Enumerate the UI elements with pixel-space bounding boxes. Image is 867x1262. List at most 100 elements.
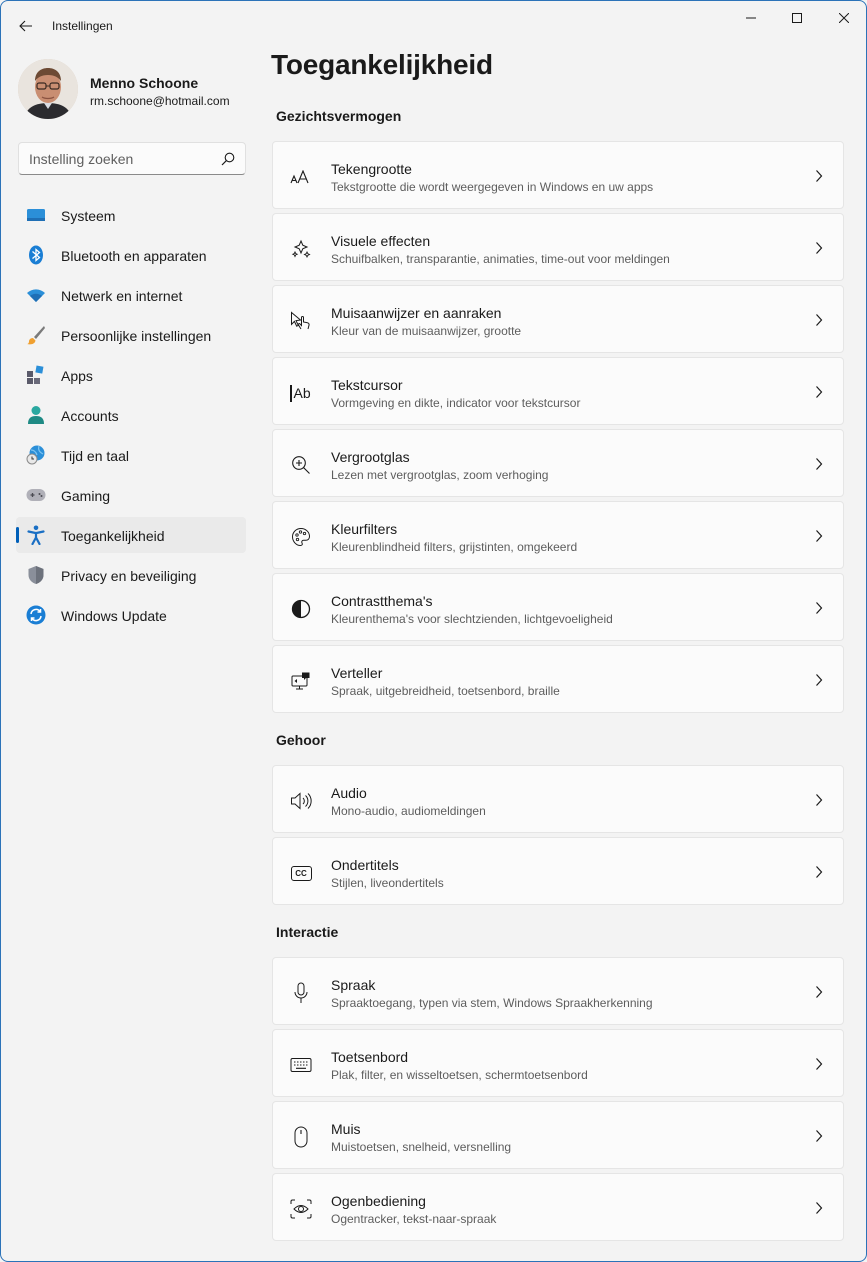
avatar-portrait-icon (18, 59, 78, 119)
chevron-right-icon (816, 866, 823, 878)
card-title: Kleurfilters (331, 521, 398, 537)
card-title: Audio (331, 785, 367, 801)
sidebar-item-bluetooth[interactable]: Bluetooth en apparaten (16, 237, 246, 273)
sidebar-item-privacy[interactable]: Privacy en beveiliging (16, 557, 246, 593)
sidebar-item-toegankelijkheid[interactable]: Toegankelijkheid (16, 517, 246, 553)
wifi-icon (26, 285, 46, 305)
chevron-right-icon (816, 530, 823, 542)
settings-window: Instellingen Menno Schoone rm.schoone@ho… (0, 0, 867, 1262)
update-icon (26, 605, 46, 625)
chevron-right-icon (816, 386, 823, 398)
card-subtitle: Mono-audio, audiomeldingen (331, 804, 486, 818)
card-title: Vergrootglas (331, 449, 410, 465)
card-title: Contrastthema's (331, 593, 433, 609)
setting-card-toetsenbord[interactable]: Toetsenbord Plak, filter, en wisseltoets… (272, 1029, 844, 1097)
maximize-icon (792, 13, 802, 23)
captions-icon: CC (290, 862, 312, 884)
card-title: Ogenbediening (331, 1193, 426, 1209)
bluetooth-icon (26, 245, 46, 265)
user-profile[interactable]: Menno Schoone rm.schoone@hotmail.com (18, 59, 248, 121)
contrast-icon (290, 598, 312, 620)
person-icon (26, 405, 46, 425)
sidebar-item-label: Accounts (61, 408, 119, 424)
setting-card-ogenbediening[interactable]: Ogenbediening Ogentracker, tekst-naar-sp… (272, 1173, 844, 1241)
card-title: Tekengrootte (331, 161, 412, 177)
sidebar-item-netwerk[interactable]: Netwerk en internet (16, 277, 246, 313)
sidebar-item-gaming[interactable]: Gaming (16, 477, 246, 513)
setting-card-contrastthemas[interactable]: Contrastthema's Kleurenthema's voor slec… (272, 573, 844, 641)
sidebar-item-persoonlijk[interactable]: Persoonlijke instellingen (16, 317, 246, 353)
card-subtitle: Kleurenthema's voor slechtzienden, licht… (331, 612, 613, 626)
sidebar-item-systeem[interactable]: Systeem (16, 197, 246, 233)
sidebar-item-tijd-taal[interactable]: Tijd en taal (16, 437, 246, 473)
section-title-gehoor: Gehoor (276, 732, 326, 748)
chevron-right-icon (816, 1130, 823, 1142)
palette-icon (290, 526, 312, 548)
avatar (18, 59, 78, 119)
maximize-button[interactable] (774, 1, 820, 35)
card-subtitle: Vormgeving en dikte, indicator voor teks… (331, 396, 581, 410)
close-icon (839, 13, 849, 23)
setting-card-ondertitels[interactable]: CC Ondertitels Stijlen, liveondertitels (272, 837, 844, 905)
profile-name: Menno Schoone (90, 75, 199, 91)
profile-email: rm.schoone@hotmail.com (90, 94, 230, 108)
paintbrush-icon (26, 325, 46, 345)
text-size-icon (290, 166, 312, 188)
setting-card-verteller[interactable]: Verteller Spraak, uitgebreidheid, toetse… (272, 645, 844, 713)
card-subtitle: Muistoetsen, snelheid, versnelling (331, 1140, 512, 1154)
card-subtitle: Kleurenblindheid filters, grijstinten, o… (331, 540, 578, 554)
chevron-right-icon (816, 458, 823, 470)
monitor-icon (26, 205, 46, 225)
sidebar-item-label: Apps (61, 368, 93, 384)
card-title: Verteller (331, 665, 383, 681)
magnifier-icon (290, 454, 312, 476)
text-cursor-icon: Ab (290, 382, 312, 404)
setting-card-muis[interactable]: Muis Muistoetsen, snelheid, versnelling (272, 1101, 844, 1169)
setting-card-tekengrootte[interactable]: Tekengrootte Tekstgrootte die wordt weer… (272, 141, 844, 209)
search-input[interactable] (19, 143, 214, 174)
setting-card-visuele-effecten[interactable]: Visuele effecten Schuifbalken, transpara… (272, 213, 844, 281)
sidebar-item-label: Gaming (61, 488, 111, 504)
narrator-icon (290, 670, 312, 692)
search-icon[interactable] (220, 151, 236, 167)
card-title: Muis (331, 1121, 361, 1137)
sidebar-item-label: Privacy en beveiliging (61, 568, 197, 584)
sidebar-item-label: Systeem (61, 208, 116, 224)
section-title-gezichtsvermogen: Gezichtsvermogen (276, 108, 402, 124)
setting-card-vergrootglas[interactable]: Vergrootglas Lezen met vergrootglas, zoo… (272, 429, 844, 497)
back-arrow-icon (19, 20, 32, 32)
card-subtitle: Ogentracker, tekst-naar-spraak (331, 1212, 497, 1226)
chevron-right-icon (816, 1202, 823, 1214)
section-title-interactie: Interactie (276, 924, 339, 940)
setting-card-kleurfilters[interactable]: Kleurfilters Kleurenblindheid filters, g… (272, 501, 844, 569)
minimize-button[interactable] (728, 1, 774, 35)
microphone-icon (290, 982, 312, 1004)
pointer-touch-icon (290, 310, 312, 332)
sidebar-item-label: Persoonlijke instellingen (61, 328, 212, 344)
eye-control-icon (290, 1198, 312, 1220)
shield-icon (26, 565, 46, 585)
setting-card-spraak[interactable]: Spraak Spraaktoegang, typen via stem, Wi… (272, 957, 844, 1025)
chevron-right-icon (816, 314, 823, 326)
back-button[interactable] (13, 13, 39, 39)
chevron-right-icon (816, 170, 823, 182)
chevron-right-icon (816, 674, 823, 686)
sidebar-item-apps[interactable]: Apps (16, 357, 246, 393)
mouse-icon (290, 1126, 312, 1148)
sidebar-item-label: Bluetooth en apparaten (61, 248, 207, 264)
card-subtitle: Plak, filter, en wisseltoetsen, schermto… (331, 1068, 588, 1082)
card-subtitle: Spraaktoegang, typen via stem, Windows S… (331, 996, 653, 1010)
search-box (18, 142, 246, 175)
speaker-icon (290, 790, 312, 812)
chevron-right-icon (816, 1058, 823, 1070)
card-subtitle: Stijlen, liveondertitels (331, 876, 444, 890)
sidebar-item-windows-update[interactable]: Windows Update (16, 597, 246, 633)
globe-clock-icon (26, 445, 46, 465)
close-button[interactable] (821, 1, 866, 35)
setting-card-audio[interactable]: Audio Mono-audio, audiomeldingen (272, 765, 844, 833)
sidebar-item-accounts[interactable]: Accounts (16, 397, 246, 433)
setting-card-muisaanwijzer[interactable]: Muisaanwijzer en aanraken Kleur van de m… (272, 285, 844, 353)
setting-card-tekstcursor[interactable]: Ab Tekstcursor Vormgeving en dikte, indi… (272, 357, 844, 425)
card-subtitle: Spraak, uitgebreidheid, toetsenbord, bra… (331, 684, 560, 698)
card-title: Muisaanwijzer en aanraken (331, 305, 502, 321)
